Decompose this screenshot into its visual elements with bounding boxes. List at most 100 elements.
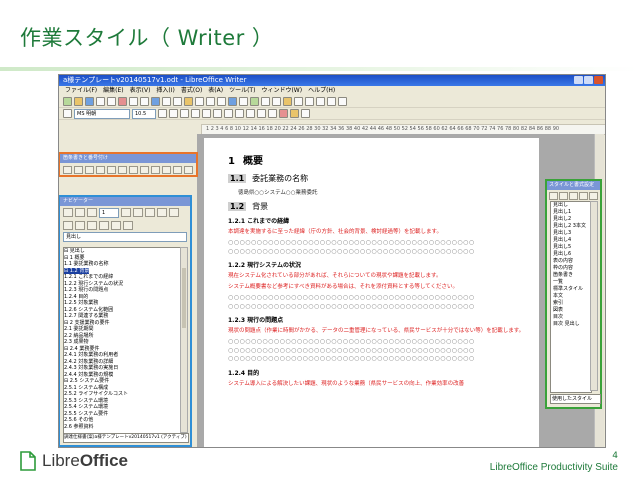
style-list-item[interactable]: 箇条書き <box>551 272 591 279</box>
save-icon[interactable] <box>85 97 94 106</box>
bullets-and-numbering-icon[interactable] <box>184 166 193 174</box>
restart-numbering-icon[interactable] <box>162 166 171 174</box>
navigator-scrollbar[interactable] <box>180 247 188 433</box>
help-icon[interactable] <box>338 97 347 106</box>
redo-icon[interactable] <box>217 97 226 106</box>
menu-table[interactable]: 表(A) <box>208 86 223 96</box>
justify-icon[interactable] <box>224 109 233 118</box>
navigator-icon[interactable] <box>294 97 303 106</box>
menu-window[interactable]: ウィンドウ(W) <box>261 86 302 96</box>
menu-edit[interactable]: 編集(E) <box>103 86 123 96</box>
promote-chapter-icon[interactable] <box>87 220 97 230</box>
style-list-item[interactable]: 目次 見出し <box>551 321 591 328</box>
styles-list[interactable]: 見出し 見出し1 見出し2 見出し2 3本文 見出し3 見出し4 見出し5 見出し6 表の内容枠… <box>550 201 592 393</box>
spellcheck-icon[interactable] <box>151 97 160 106</box>
paragraph-styles-icon[interactable] <box>549 192 558 200</box>
font-name-combo[interactable]: MS 明朝 <box>74 108 130 119</box>
move-up-with-subpoints-icon[interactable] <box>129 166 138 174</box>
paste-icon[interactable] <box>184 97 193 106</box>
style-list-item[interactable]: 本文 <box>551 293 591 300</box>
highlight-icon[interactable] <box>290 109 299 118</box>
reminder-icon[interactable] <box>145 208 155 217</box>
menu-help[interactable]: ヘルプ(H) <box>308 86 335 96</box>
anchor-icon[interactable] <box>63 220 73 230</box>
style-list-item[interactable]: 見出し5 <box>551 244 591 251</box>
bullets-icon[interactable] <box>246 109 255 118</box>
demote-with-subpoints-icon[interactable] <box>85 166 94 174</box>
numbering-icon[interactable] <box>235 109 244 118</box>
copy-icon[interactable] <box>173 97 182 106</box>
promote-level-icon[interactable] <box>111 220 121 230</box>
style-list-item[interactable]: 一覧 <box>551 279 591 286</box>
drag-mode-icon[interactable] <box>121 208 131 217</box>
document-page[interactable]: 1 概要 1.1 委託業務の名称 徳島県○○システム○○業務委託 1.2 背景 1.2… <box>204 138 539 447</box>
navigator-tree[interactable]: ⊟ 見出し ⊟ 1 概要 1.1 委託業務の名称 ⊟ 1.2 背景 1.2.1 … <box>63 247 183 435</box>
frame-styles-icon[interactable] <box>569 192 578 200</box>
align-right-icon[interactable] <box>213 109 222 118</box>
footer-icon[interactable] <box>169 208 179 217</box>
new-document-icon[interactable] <box>63 97 72 106</box>
navigator-category-select[interactable]: 見出し <box>63 232 187 242</box>
font-color-icon[interactable] <box>279 109 288 118</box>
navigator-document-select[interactable]: 調達仕様書(案)a様テンプレートv20140517v1 (アクティブ) <box>63 433 189 443</box>
cut-icon[interactable] <box>162 97 171 106</box>
menu-insert[interactable]: 挿入(I) <box>156 86 174 96</box>
font-size-combo[interactable]: 10.5 <box>132 108 156 119</box>
content-view-icon[interactable] <box>133 208 143 217</box>
format-paintbrush-icon[interactable] <box>195 97 204 106</box>
formatting-marks-icon[interactable] <box>316 97 325 106</box>
style-list-item[interactable]: 見出し1 <box>551 209 591 216</box>
style-list-item[interactable]: 目次 <box>551 314 591 321</box>
styles-filter-select[interactable]: 使用したスタイル <box>550 394 601 404</box>
minimize-icon[interactable] <box>574 76 583 84</box>
print-preview-icon[interactable] <box>140 97 149 106</box>
chart-icon[interactable] <box>261 97 270 106</box>
italic-icon[interactable] <box>169 109 178 118</box>
style-list-item[interactable]: 表の内容 <box>551 258 591 265</box>
background-color-icon[interactable] <box>301 109 310 118</box>
styles-icon[interactable] <box>63 109 72 118</box>
page-spin[interactable]: 1 <box>99 208 119 218</box>
promote-icon[interactable] <box>74 166 83 174</box>
demote-icon[interactable] <box>63 166 72 174</box>
promote-with-subpoints-icon[interactable] <box>96 166 105 174</box>
hyperlink-icon[interactable] <box>228 97 237 106</box>
heading-levels-icon[interactable] <box>75 220 85 230</box>
image-icon[interactable] <box>250 97 259 106</box>
insert-unnumbered-entry-icon[interactable] <box>151 166 160 174</box>
gallery-icon[interactable] <box>305 97 314 106</box>
decrease-indent-icon[interactable] <box>257 109 266 118</box>
export-pdf-icon[interactable] <box>118 97 127 106</box>
increase-indent-icon[interactable] <box>268 109 277 118</box>
numbering-off-icon[interactable] <box>173 166 182 174</box>
next-icon[interactable] <box>87 208 97 217</box>
style-list-item[interactable]: 図表 <box>551 307 591 314</box>
style-list-item[interactable]: 索引 <box>551 300 591 307</box>
menu-format[interactable]: 書式(O) <box>181 86 202 96</box>
print-icon[interactable] <box>129 97 138 106</box>
move-down-icon[interactable] <box>118 166 127 174</box>
underline-icon[interactable] <box>180 109 189 118</box>
previous-icon[interactable] <box>75 208 85 217</box>
page-styles-icon[interactable] <box>579 192 588 200</box>
menu-view[interactable]: 表示(V) <box>130 86 151 96</box>
style-list-item[interactable]: 見出し6 <box>551 251 591 258</box>
draw-functions-icon[interactable] <box>272 97 281 106</box>
style-list-item[interactable]: 枠の内容 <box>551 265 591 272</box>
navigator-tree-item[interactable]: 2.6 参照資料 <box>64 424 182 431</box>
move-up-icon[interactable] <box>107 166 116 174</box>
close-icon[interactable] <box>594 76 603 84</box>
navigator-scroll-thumb[interactable] <box>182 268 186 328</box>
move-down-with-subpoints-icon[interactable] <box>140 166 149 174</box>
list-styles-icon[interactable] <box>589 192 598 200</box>
style-list-item[interactable]: 見出し2 <box>551 216 591 223</box>
menu-tools[interactable]: ツール(T) <box>229 86 255 96</box>
character-styles-icon[interactable] <box>559 192 568 200</box>
demote-level-icon[interactable] <box>123 220 133 230</box>
menu-file[interactable]: ファイル(F) <box>65 86 97 96</box>
styles-scrollbar[interactable] <box>590 201 598 391</box>
style-list-item[interactable]: 見出し4 <box>551 237 591 244</box>
header-icon[interactable] <box>157 208 167 217</box>
style-list-item[interactable]: 見出し <box>551 202 591 209</box>
bold-icon[interactable] <box>158 109 167 118</box>
